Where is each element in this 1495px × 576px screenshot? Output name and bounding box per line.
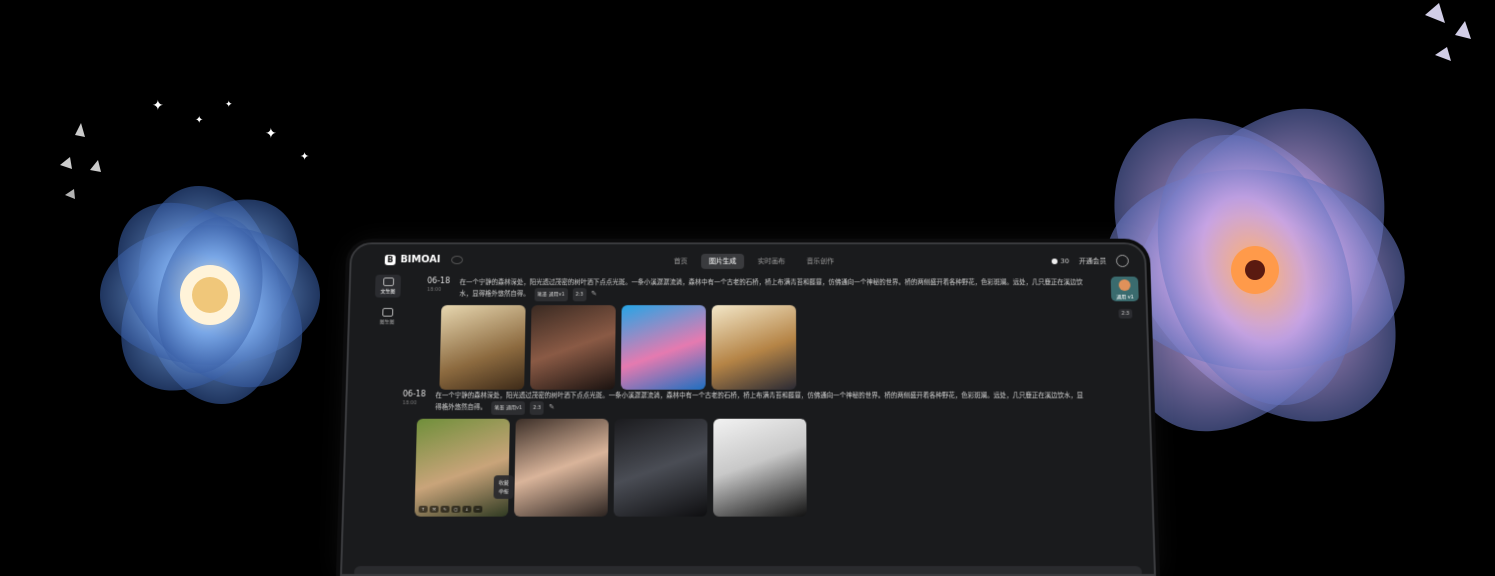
tab-music-creation[interactable]: 音乐创作 [799, 254, 842, 269]
generated-image[interactable] [439, 305, 526, 390]
image-hover-menu: 收藏 举报 [493, 475, 514, 499]
record-prompt: 在一个宁静的森林深处，阳光透过茂密的树叶洒下点点光斑。一条小溪潺潺流淌，森林中有… [435, 390, 1087, 415]
generated-image[interactable] [711, 305, 797, 390]
record-date: 06-18 [402, 389, 426, 399]
crop-icon[interactable]: ▢ [451, 505, 461, 513]
upscale-icon[interactable]: ↑ [418, 505, 428, 513]
image-icon [382, 277, 394, 287]
ratio-chip: 2:3 [572, 287, 587, 302]
tab-home[interactable]: 首页 [666, 254, 695, 269]
sparkle-icon: ✦ [195, 115, 204, 126]
account-area: 30 开通会员 [1051, 254, 1129, 268]
variation-icon[interactable]: ⤧ [429, 505, 439, 513]
record-time: 18:00 [402, 400, 417, 407]
generated-image[interactable] [530, 305, 616, 390]
sidebar-item-label: 文生图 [380, 288, 396, 295]
prompt-input-bar[interactable] [353, 566, 1143, 576]
left-sidebar: 文生图 图生图 [373, 274, 402, 328]
image-toolbar: ↑ ⤧ ✎ ▢ ↓ ⋯ [418, 505, 483, 513]
image-grid: ↑ ⤧ ✎ ▢ ↓ ⋯ 收藏 举报 [414, 418, 1089, 517]
brand-logo[interactable]: B BIMOAI [384, 254, 464, 266]
main-tabs: 首页 图片生成 实时画布 音乐创作 [666, 253, 842, 269]
tab-realtime-canvas[interactable]: 实时画布 [750, 254, 793, 269]
images-icon [381, 308, 393, 317]
model-chip: 笔墨 通用v1 [534, 287, 568, 302]
generated-image[interactable]: ↑ ⤧ ✎ ▢ ↓ ⋯ [414, 418, 510, 517]
model-chip: 笔墨 通用v1 [491, 401, 526, 415]
image-grid [439, 305, 1088, 390]
vip-button[interactable]: 开通会员 [1079, 256, 1107, 265]
sparkle-icon: ✦ [152, 98, 164, 114]
sidebar-item-image-to-image[interactable]: 图生图 [374, 305, 400, 328]
generation-record: 06-18 18:00 在一个宁静的森林深处，阳光透过茂密的树叶洒下点点光斑。一… [400, 390, 1090, 517]
download-icon[interactable]: ↓ [462, 505, 472, 513]
credits-count: 30 [1060, 257, 1070, 265]
right-settings-panel: 通用 v1 2:3 [1110, 276, 1141, 319]
sidebar-item-text-to-image[interactable]: 文生图 [374, 274, 402, 298]
edit-icon[interactable]: ✎ [549, 401, 555, 413]
record-prompt: 在一个宁静的森林深处，阳光透过茂密的树叶洒下点点光斑。一条小溪潺潺流淌，森林中有… [459, 277, 1086, 302]
favorite-menu-item[interactable]: 收藏 [499, 478, 509, 487]
sparkle-icon: ✦ [225, 100, 233, 110]
sparkle-icon: ✦ [265, 126, 277, 142]
record-time: 18:00 [426, 287, 442, 293]
generated-image[interactable] [613, 418, 708, 517]
style-label: 通用 v1 [1116, 294, 1134, 301]
generation-record: 06-18 18:00 在一个宁静的森林深处，阳光透过茂密的树叶洒下点点光斑。一… [425, 277, 1089, 390]
credits-display[interactable]: 30 [1051, 257, 1070, 265]
credit-icon [1051, 258, 1058, 264]
generated-image[interactable] [620, 305, 706, 390]
generated-image[interactable] [713, 418, 807, 517]
ratio-chip: 2:3 [529, 401, 544, 415]
generated-image[interactable] [514, 418, 609, 517]
collapse-icon[interactable] [451, 255, 464, 265]
sparkle-icon: ✦ [300, 150, 310, 163]
brand-name: BIMOAI [400, 254, 441, 266]
logo-mark-icon: B [384, 254, 396, 266]
avatar[interactable] [1115, 254, 1129, 268]
edit-icon[interactable]: ✎ [591, 288, 597, 299]
style-model-selector[interactable]: 通用 v1 [1110, 276, 1139, 302]
ratio-selector[interactable]: 2:3 [1118, 308, 1133, 319]
record-date: 06-18 [427, 276, 451, 286]
tablet-device-frame: B BIMOAI 首页 图片生成 实时画布 音乐创作 30 开通会员 文生图 图… [340, 242, 1156, 576]
top-navigation-bar: B BIMOAI 首页 图片生成 实时画布 音乐创作 30 开通会员 [351, 244, 1145, 276]
tab-image-generation[interactable]: 图片生成 [701, 253, 745, 269]
style-thumbnail-sun [1118, 279, 1131, 291]
report-menu-item[interactable]: 举报 [499, 487, 509, 496]
more-icon[interactable]: ⋯ [473, 505, 483, 513]
glass-flower-left-illustration [60, 123, 320, 405]
edit-image-icon[interactable]: ✎ [440, 505, 450, 513]
sidebar-item-label: 图生图 [379, 319, 395, 326]
